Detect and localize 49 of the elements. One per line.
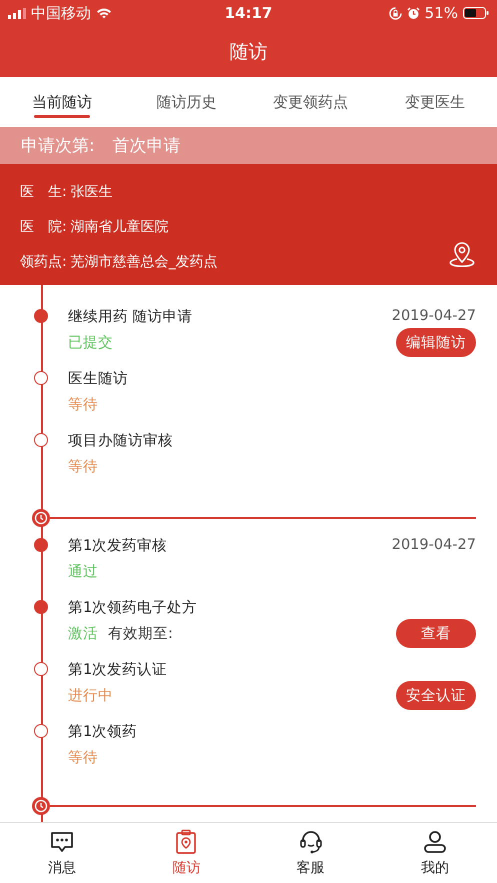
application-label: 申请次第: — [21, 135, 95, 157]
signal-icon — [8, 8, 26, 18]
tab[interactable]: 变更领药点 — [248, 77, 373, 127]
step-status: 激活 — [68, 625, 98, 643]
tab[interactable]: 当前随访 — [0, 77, 124, 127]
step-status: 等待 — [68, 749, 98, 767]
info-value: 湖南省儿童医院 — [70, 218, 169, 236]
step-title: 第1次发药审核 — [68, 536, 168, 554]
info-label: 医 生: — [20, 182, 67, 200]
step-status: 等待 — [68, 458, 98, 476]
step-status: 等待 — [68, 396, 98, 414]
wifi-icon — [96, 7, 112, 19]
step-title: 第1次领药电子处方 — [68, 598, 198, 616]
step-button[interactable]: 编辑随访 — [396, 328, 476, 357]
step-status: 进行中 — [68, 687, 113, 705]
step-date: 2019-04-27 — [392, 308, 476, 324]
info-label: 医 院: — [20, 218, 67, 236]
step-title: 医生随访 — [68, 370, 128, 388]
step-button[interactable]: 安全认证 — [396, 681, 476, 710]
rotation-lock-icon — [388, 6, 402, 20]
page-title: 随访 — [230, 40, 268, 64]
battery-percent: 51% — [424, 4, 458, 22]
info-label: 领药点: — [20, 252, 67, 270]
step-title: 第1次发药认证 — [68, 660, 168, 678]
tab[interactable]: 变更医生 — [372, 77, 497, 127]
location-pin-icon[interactable] — [447, 240, 477, 270]
carrier-name: 中国移动 — [31, 4, 91, 22]
step-date: 2019-04-27 — [392, 537, 476, 553]
battery-icon — [463, 7, 489, 19]
nav-tab[interactable]: 我的 — [372, 823, 497, 883]
nav-tab[interactable]: 消息 — [0, 823, 124, 883]
step-status: 通过 — [68, 563, 98, 581]
chat-bubble-icon — [49, 829, 76, 855]
step-title: 项目办随访审核 — [68, 432, 173, 450]
step-status: 已提交 — [68, 334, 113, 352]
headset-icon — [298, 829, 324, 855]
step-title: 继续用药 随访申请 — [68, 308, 193, 326]
step-button[interactable]: 查看 — [396, 619, 476, 648]
info-value: 芜湖市慈善总会_发药点 — [70, 252, 218, 270]
alarm-icon — [406, 6, 420, 20]
person-icon — [422, 829, 448, 855]
nav-tab[interactable]: 客服 — [248, 823, 373, 883]
tab[interactable]: 随访历史 — [124, 77, 248, 127]
info-value: 张医生 — [70, 182, 113, 200]
application-value: 首次申请 — [112, 135, 181, 157]
step-title: 第1次领药 — [68, 722, 138, 740]
nav-tab[interactable]: 随访 — [124, 823, 248, 883]
step-note: 有效期至: — [108, 625, 173, 643]
clock-time: 14:17 — [224, 4, 272, 22]
